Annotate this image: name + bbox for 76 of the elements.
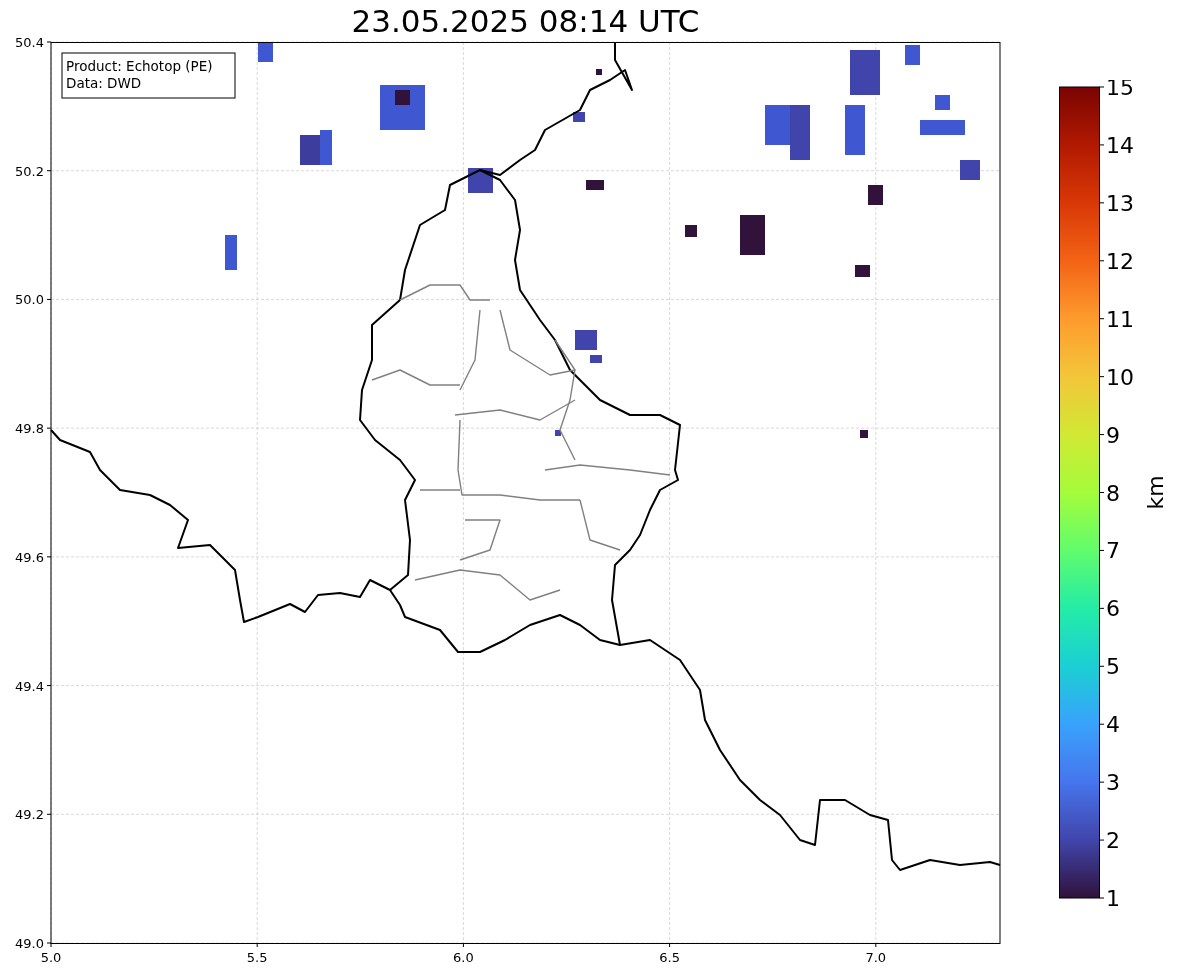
radar-echo-patch — [590, 355, 602, 363]
colorbar-tick-label: 14 — [1106, 132, 1134, 158]
colorbar-tick-mark — [1099, 607, 1105, 609]
colorbar-tick-mark — [1099, 434, 1105, 436]
axis-tick-label: 49.4 — [15, 678, 44, 694]
axis-tick-label: 50.4 — [15, 35, 44, 50]
axis-tick-label: 49.2 — [15, 807, 44, 823]
radar-echo-patch — [960, 160, 980, 180]
axis-tick-label: 49.0 — [15, 936, 44, 951]
radar-echo-patch — [555, 430, 561, 436]
axis-tick-mark — [875, 942, 877, 948]
radar-echo-patch — [685, 225, 697, 237]
colorbar-tick-mark — [1099, 723, 1105, 725]
radar-echo-patch — [225, 235, 237, 270]
legend-text: Product: Echotop (PE) — [66, 58, 213, 74]
axis-tick-mark — [46, 556, 52, 558]
axis-tick-mark — [46, 427, 52, 429]
radar-echo-patch — [573, 112, 585, 122]
colorbar-tick-label: 6 — [1106, 596, 1120, 622]
colorbar-tick-label: 4 — [1106, 712, 1120, 738]
axis-tick-label: 50.2 — [15, 163, 44, 179]
axis-tick-label: 49.8 — [15, 421, 44, 437]
colorbar-tick-label: 11 — [1106, 306, 1134, 332]
colorbar-tick-label: 1 — [1106, 886, 1120, 910]
district-border-line — [459, 519, 501, 561]
axis-tick-mark — [46, 685, 52, 687]
axis-tick-label: 5.5 — [246, 950, 268, 965]
axis-tick-label: 5.0 — [40, 950, 62, 965]
radar-echo-patch — [868, 185, 883, 205]
colorbar-tick-label: 5 — [1106, 654, 1120, 680]
colorbar-tick-mark — [1099, 839, 1105, 841]
colorbar-tick-mark — [1099, 86, 1105, 88]
radar-echo-patch — [860, 430, 868, 438]
axis-tick-label: 50.0 — [15, 292, 44, 308]
radar-echo-patch — [845, 105, 865, 155]
radar-echo-patch — [920, 120, 965, 135]
radar-echo-patch — [575, 330, 597, 350]
colorbar-tick-label: 13 — [1106, 190, 1134, 216]
colorbar-tick-label: 7 — [1106, 538, 1120, 564]
colorbar-label: km — [1143, 475, 1168, 510]
colorbar-tick-label: 8 — [1106, 480, 1120, 506]
axis-tick-mark — [46, 41, 52, 43]
radar-echo-patch — [905, 45, 920, 65]
radar-echo-patch — [586, 180, 604, 190]
colorbar-tick-mark — [1099, 781, 1105, 783]
colorbar-tick-mark — [1099, 492, 1105, 493]
radar-echo-patch — [935, 95, 950, 110]
axis-tick-mark — [46, 813, 52, 815]
colorbar-tick-mark — [1099, 897, 1105, 899]
axis-tick-label: 49.6 — [15, 549, 44, 565]
colorbar-tick-label: 3 — [1106, 770, 1120, 796]
colorbar-tick-mark — [1099, 549, 1105, 551]
colorbar-tick-label: 9 — [1106, 422, 1120, 448]
axis-tick-mark — [462, 942, 464, 948]
colorbar-tick-label: 10 — [1106, 364, 1134, 390]
legend-text: Data: DWD — [66, 75, 142, 91]
plot-title: 23.05.2025 08:14 UTC — [351, 3, 700, 39]
radar-echo-patch — [740, 215, 765, 255]
axis-tick-label: 6.0 — [453, 950, 474, 965]
axis-tick-mark — [46, 170, 52, 172]
colorbar-tick-mark — [1099, 144, 1105, 146]
colorbar-tick-label: 12 — [1106, 248, 1134, 274]
colorbar-tick-mark — [1099, 260, 1105, 262]
radar-echo-patch — [850, 50, 880, 95]
axis-tick-mark — [46, 298, 52, 300]
colorbar-tick-mark — [1099, 202, 1105, 204]
colorbar-tick-mark — [1099, 665, 1105, 667]
axis-tick-mark — [256, 942, 258, 948]
radar-echo-patch — [596, 69, 602, 75]
colorbar-tick-mark — [1099, 318, 1105, 320]
axis-tick-mark — [669, 942, 671, 948]
axis-tick-label: 7.0 — [865, 950, 887, 965]
colorbar-tick-mark — [1099, 376, 1105, 378]
axis-tick-label: 6.5 — [659, 950, 680, 965]
colorbar-tick-label: 2 — [1106, 828, 1120, 854]
radar-echo-patch — [855, 265, 870, 277]
